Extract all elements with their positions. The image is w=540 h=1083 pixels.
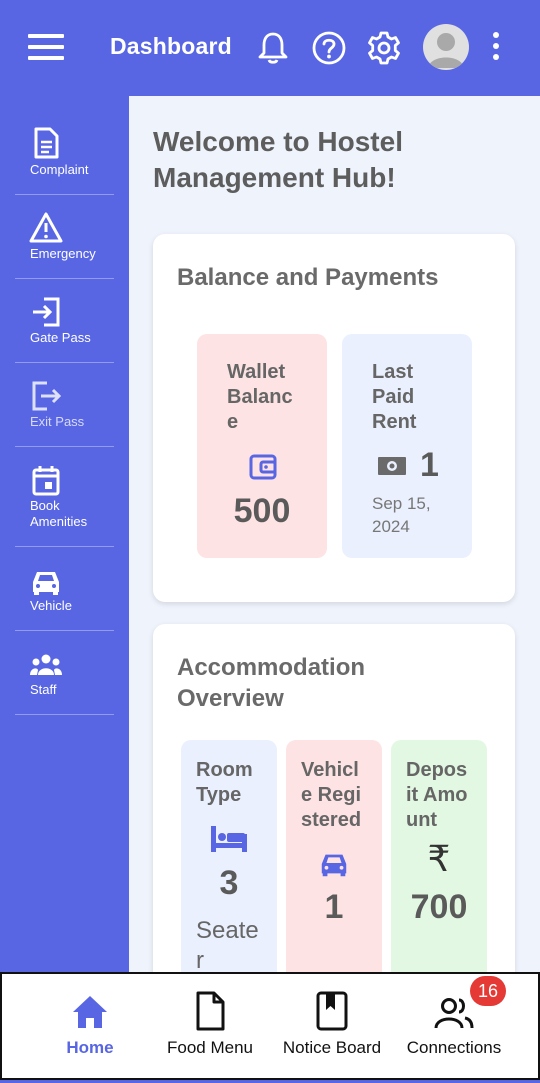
more-vertical-icon[interactable] bbox=[486, 32, 506, 64]
tile-label: Wallet Balance bbox=[227, 361, 293, 433]
nav-food-menu[interactable]: Food Menu bbox=[152, 974, 268, 1078]
people-icon bbox=[434, 998, 474, 1029]
sidebar: Complaint Emergency Gate Pass Exit Pass … bbox=[0, 96, 129, 972]
sidebar-item-label: Book Amenities bbox=[30, 498, 88, 529]
avatar[interactable] bbox=[423, 24, 469, 70]
wallet-icon bbox=[249, 454, 277, 480]
bed-icon bbox=[211, 826, 247, 852]
sidebar-item-emergency[interactable]: Emergency bbox=[15, 195, 114, 279]
deposit-amount-tile[interactable]: Deposit Amount ₹ 700 bbox=[391, 740, 487, 972]
book-icon bbox=[316, 991, 348, 1031]
nav-label: Notice Board bbox=[282, 1038, 382, 1057]
sidebar-item-exit-pass[interactable]: Exit Pass bbox=[15, 363, 114, 447]
person-icon bbox=[428, 33, 464, 68]
room-type-tile[interactable]: Room Type 3 Seater bbox=[181, 740, 277, 972]
tile-label: Room Type bbox=[196, 759, 253, 806]
rupee-icon: ₹ bbox=[427, 838, 451, 879]
sidebar-item-label: Exit Pass bbox=[30, 414, 85, 429]
sidebar-item-gate-pass[interactable]: Gate Pass bbox=[15, 279, 114, 363]
car-icon bbox=[321, 854, 347, 877]
sidebar-item-label: Gate Pass bbox=[30, 330, 91, 345]
enter-icon bbox=[33, 297, 60, 327]
money-icon bbox=[378, 457, 406, 475]
nav-label: Food Menu bbox=[167, 1038, 253, 1057]
balance-card: Balance and Payments Wallet Balance 500 … bbox=[153, 234, 515, 602]
nav-connections[interactable]: 16 Connections bbox=[396, 974, 512, 1078]
bell-icon[interactable] bbox=[255, 30, 291, 66]
vehicle-registered-value: 1 bbox=[324, 888, 344, 926]
sidebar-item-label: Staff bbox=[30, 682, 57, 697]
warning-icon bbox=[29, 212, 63, 243]
main-content[interactable]: Welcome to Hostel Management Hub! Balanc… bbox=[129, 96, 540, 972]
tile-label: Deposit Amount bbox=[406, 759, 468, 831]
nav-label: Connections bbox=[406, 1038, 502, 1057]
card-title: Accommodation Overview bbox=[177, 654, 366, 712]
welcome-heading: Welcome to Hostel Management Hub! bbox=[153, 126, 403, 193]
exit-icon bbox=[32, 381, 62, 411]
sidebar-item-label: Emergency bbox=[30, 246, 96, 261]
room-type-value: 3 bbox=[219, 864, 239, 902]
sidebar-item-book-amenities[interactable]: Book Amenities bbox=[15, 447, 114, 547]
card-title: Balance and Payments bbox=[177, 264, 439, 291]
page-title: Dashboard bbox=[110, 33, 232, 59]
sidebar-item-label: Vehicle bbox=[30, 598, 72, 613]
tile-label: Last Paid Rent bbox=[372, 361, 417, 433]
home-icon bbox=[73, 996, 107, 1028]
menu-icon[interactable] bbox=[28, 34, 64, 62]
calendar-icon bbox=[32, 466, 60, 496]
last-paid-rent-value: 1 bbox=[420, 446, 439, 484]
sidebar-item-label: Complaint bbox=[30, 162, 89, 177]
group-icon bbox=[30, 654, 62, 675]
wallet-balance-value: 500 bbox=[233, 492, 291, 530]
deposit-amount-value: 700 bbox=[410, 888, 468, 926]
vehicle-registered-tile[interactable]: Vehicle Registered 1 bbox=[286, 740, 382, 972]
tile-label: Vehicle Registered bbox=[301, 759, 362, 831]
sidebar-item-complaint[interactable]: Complaint bbox=[15, 116, 114, 195]
nav-label: Home bbox=[66, 1038, 114, 1057]
nav-notice-board[interactable]: Notice Board bbox=[274, 974, 390, 1078]
sidebar-item-vehicle[interactable]: Vehicle bbox=[15, 547, 114, 631]
bottom-navigation: Home Food Menu Notice Board 16 Connectio… bbox=[0, 972, 540, 1080]
car-icon bbox=[33, 572, 59, 595]
accommodation-card: Accommodation Overview Room Type 3 Seate… bbox=[153, 624, 515, 972]
last-paid-date: Sep 15, 2024 bbox=[372, 494, 431, 536]
notification-badge: 16 bbox=[470, 976, 506, 1006]
sidebar-item-staff[interactable]: Staff bbox=[15, 631, 114, 715]
room-type-sub: Seater bbox=[196, 917, 259, 972]
file-icon bbox=[196, 991, 225, 1031]
gear-icon[interactable] bbox=[366, 30, 402, 66]
document-icon bbox=[34, 127, 59, 159]
wallet-balance-tile[interactable]: Wallet Balance 500 bbox=[197, 334, 327, 558]
help-icon[interactable] bbox=[311, 30, 347, 66]
last-paid-rent-tile[interactable]: Last Paid Rent 1 Sep 15, 2024 bbox=[342, 334, 472, 558]
top-app-bar: Dashboard bbox=[0, 0, 540, 96]
nav-home[interactable]: Home bbox=[32, 974, 148, 1078]
